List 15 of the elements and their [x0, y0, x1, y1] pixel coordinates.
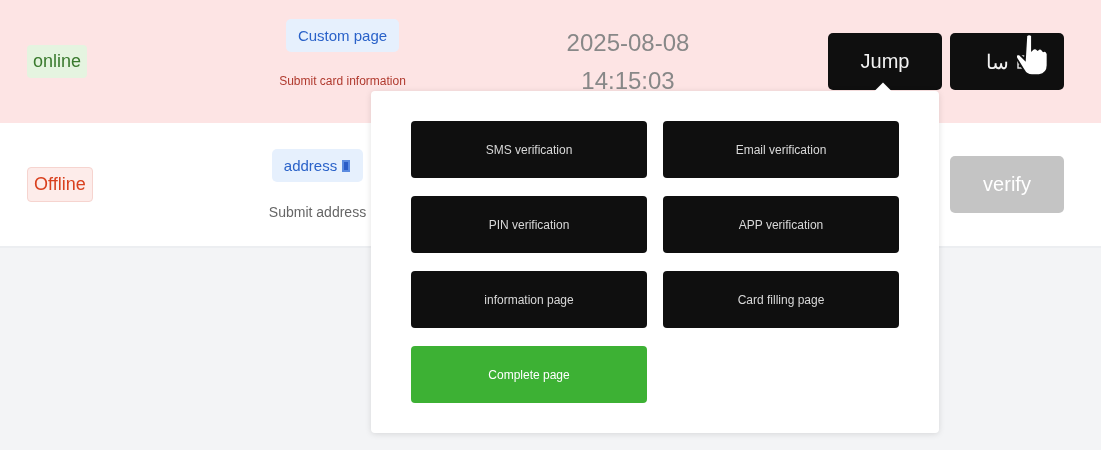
status-badge: online: [27, 45, 88, 78]
menu-option[interactable]: SMS verification: [411, 121, 647, 178]
page-tag[interactable]: Custom page: [285, 19, 400, 52]
status-note: Submit card information: [279, 74, 406, 88]
date-text: 2025-08-08: [566, 28, 690, 57]
status-badge: Offline: [27, 167, 93, 202]
action-button[interactable]: Jump: [828, 33, 942, 90]
time-text: 14:15:03: [581, 66, 675, 95]
menu-option[interactable]: PIN verification: [411, 196, 647, 253]
menu-option[interactable]: information page: [411, 271, 647, 328]
status-note: Submit address: [268, 204, 367, 220]
menu-option[interactable]: Email verification: [663, 121, 899, 178]
menu-option[interactable]: Card filling page: [663, 271, 899, 328]
page-tag[interactable]: address: [271, 149, 364, 182]
menu-option[interactable]: APP verification: [663, 196, 899, 253]
